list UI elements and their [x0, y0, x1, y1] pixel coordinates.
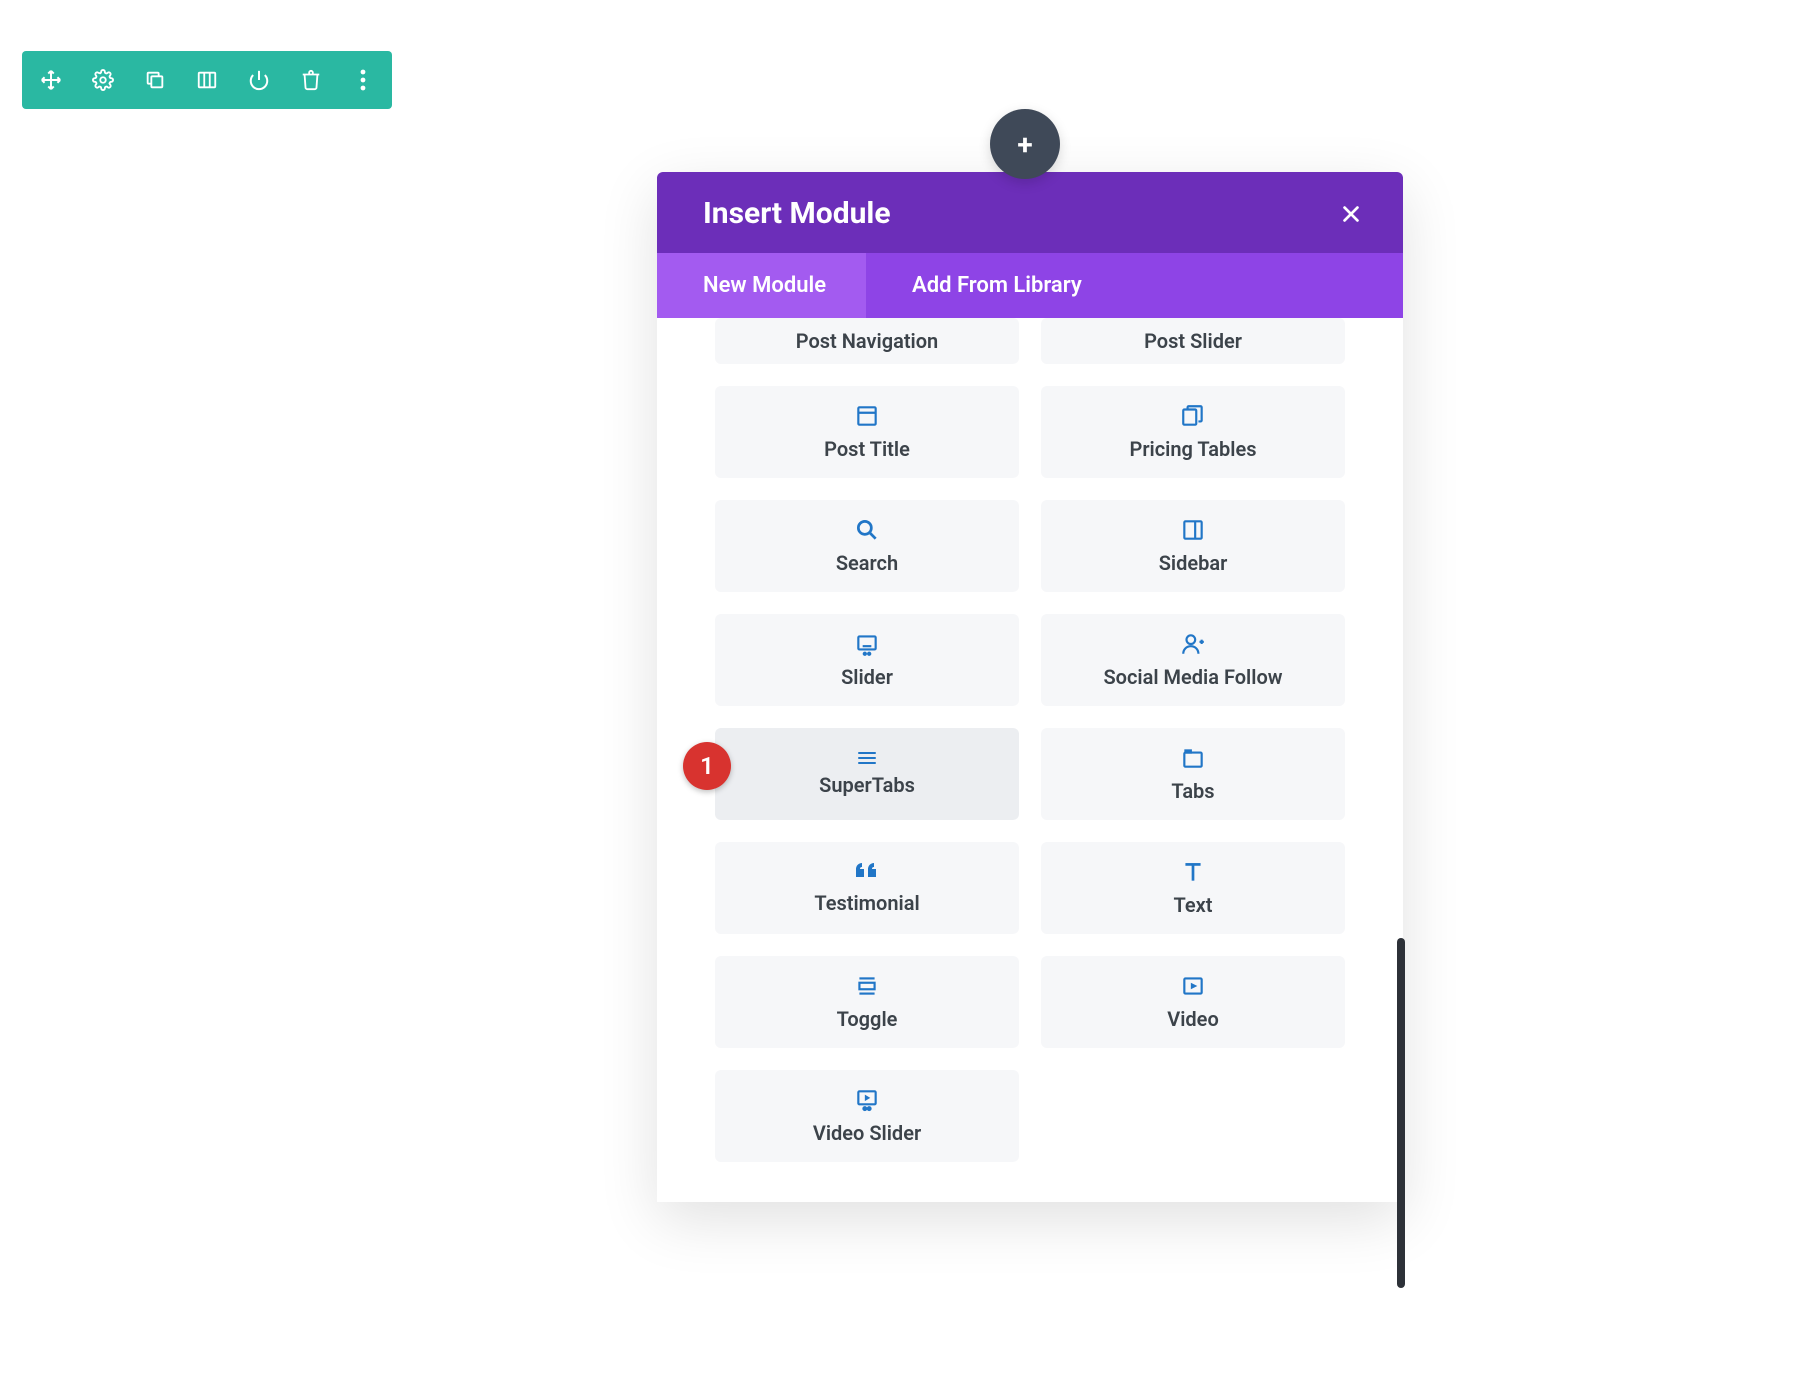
sidebar-icon [1180, 517, 1206, 543]
module-search[interactable]: Search [715, 500, 1019, 592]
modal-body: Post Navigation Post Slider Post Title P… [657, 318, 1403, 1202]
module-label: Search [836, 551, 898, 575]
bars-icon [857, 751, 877, 765]
module-label: Social Media Follow [1103, 665, 1282, 689]
module-label: Post Slider [1144, 329, 1242, 353]
more-icon[interactable] [348, 65, 378, 95]
quote-icon [854, 861, 880, 883]
module-label: Testimonial [814, 891, 919, 915]
annotation-number: 1 [700, 752, 714, 780]
duplicate-icon[interactable] [140, 65, 170, 95]
slider-icon [854, 631, 880, 657]
module-label: Pricing Tables [1129, 437, 1256, 461]
module-video-slider[interactable]: Video Slider [715, 1070, 1019, 1162]
tables-icon [1180, 403, 1206, 429]
video-slider-icon [854, 1087, 880, 1113]
search-icon [854, 517, 880, 543]
move-icon[interactable] [36, 65, 66, 95]
module-label: Video Slider [813, 1121, 921, 1145]
gear-icon[interactable] [88, 65, 118, 95]
tab-label: New Module [703, 273, 826, 298]
module-post-title[interactable]: Post Title [715, 386, 1019, 478]
modal-tabs: New Module Add From Library [657, 253, 1403, 318]
columns-icon[interactable] [192, 65, 222, 95]
module-label: Tabs [1171, 779, 1214, 803]
module-label: SuperTabs [819, 773, 915, 797]
modal-header: Insert Module [657, 172, 1403, 253]
toggle-icon [854, 973, 880, 999]
module-sidebar[interactable]: Sidebar [1041, 500, 1345, 592]
module-testimonial[interactable]: Testimonial [715, 842, 1019, 934]
video-icon [1180, 973, 1206, 999]
power-icon[interactable] [244, 65, 274, 95]
module-tabs[interactable]: Tabs [1041, 728, 1345, 820]
module-label: Post Navigation [796, 329, 938, 353]
close-icon[interactable] [1335, 198, 1367, 230]
delete-icon[interactable] [296, 65, 326, 95]
tab-label: Add From Library [912, 273, 1082, 298]
add-module-button[interactable]: + [990, 109, 1060, 179]
module-slider[interactable]: Slider [715, 614, 1019, 706]
module-post-navigation[interactable]: Post Navigation [715, 318, 1019, 364]
plus-icon: + [1017, 128, 1032, 161]
window-icon [854, 403, 880, 429]
module-label: Post Title [824, 437, 910, 461]
module-label: Video [1167, 1007, 1219, 1031]
module-label: Toggle [837, 1007, 898, 1031]
tab-add-from-library[interactable]: Add From Library [866, 253, 1122, 318]
module-text[interactable]: Text [1041, 842, 1345, 934]
insert-module-modal: Insert Module New Module Add From Librar… [657, 172, 1403, 1202]
module-pricing-tables[interactable]: Pricing Tables [1041, 386, 1345, 478]
module-post-slider[interactable]: Post Slider [1041, 318, 1345, 364]
text-icon [1180, 859, 1206, 885]
tab-new-module[interactable]: New Module [657, 253, 866, 318]
module-video[interactable]: Video [1041, 956, 1345, 1048]
module-label: Text [1174, 893, 1213, 917]
module-label: Sidebar [1159, 551, 1228, 575]
modal-title: Insert Module [703, 196, 891, 231]
tab-icon [1180, 745, 1206, 771]
module-social-media-follow[interactable]: Social Media Follow [1041, 614, 1345, 706]
module-label: Slider [841, 665, 893, 689]
section-controls-toolbar [22, 51, 392, 109]
module-supertabs[interactable]: 1 SuperTabs [715, 728, 1019, 820]
annotation-badge: 1 [683, 742, 731, 790]
person-plus-icon [1180, 631, 1206, 657]
module-grid: Post Navigation Post Slider Post Title P… [715, 318, 1345, 1162]
module-toggle[interactable]: Toggle [715, 956, 1019, 1048]
scrollbar[interactable] [1397, 938, 1405, 1288]
